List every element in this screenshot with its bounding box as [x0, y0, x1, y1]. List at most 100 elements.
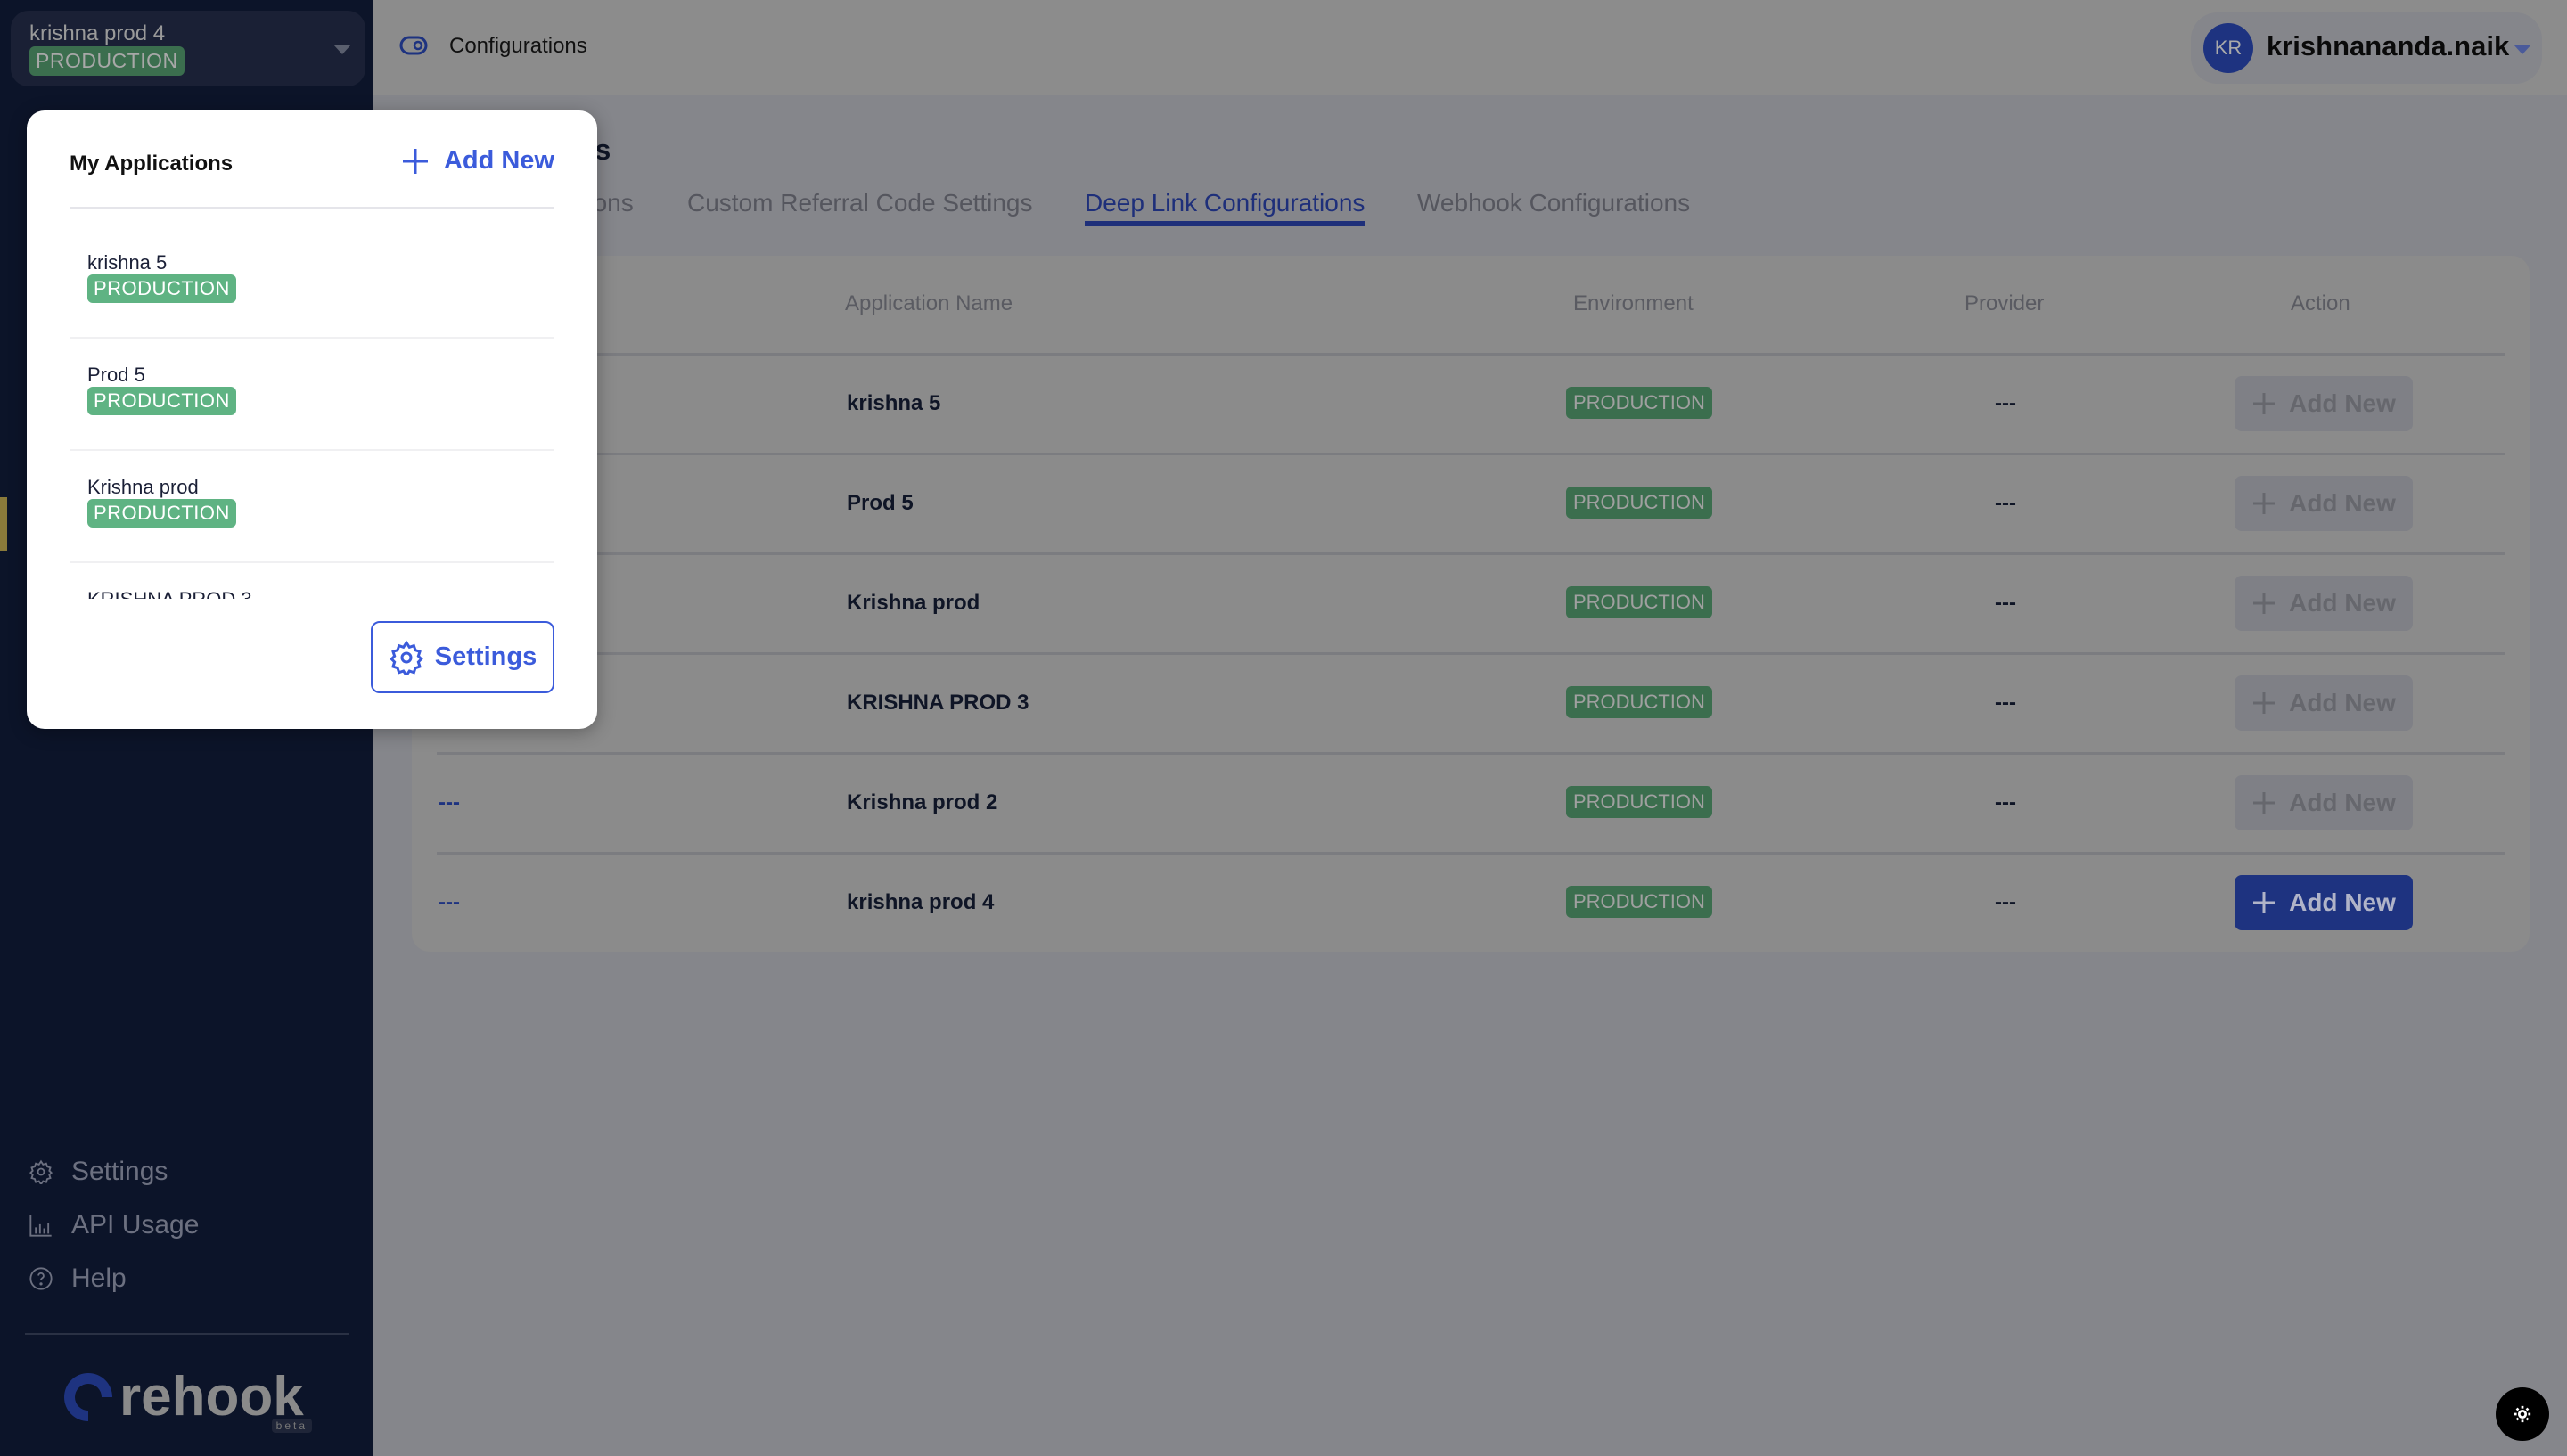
add-new-label: Add New — [2289, 888, 2396, 916]
application-list-item[interactable]: KRISHNA PROD 3 PRODUCTION — [70, 563, 554, 599]
application-list-item[interactable]: Krishna prod PRODUCTION — [70, 451, 554, 563]
chevron-down-icon — [2514, 45, 2531, 54]
row-provider: --- — [1995, 691, 2016, 715]
row-provider: --- — [1995, 391, 2016, 415]
row-divider — [437, 752, 2505, 755]
application-list-item[interactable]: krishna 5 PRODUCTION — [70, 226, 554, 339]
plus-icon — [2253, 892, 2276, 913]
add-new-label: Add New — [2289, 689, 2396, 716]
row-application-name: Krishna prod 2 — [847, 790, 998, 814]
gear-icon — [2514, 1405, 2531, 1423]
row-first-cell: --- — [439, 790, 460, 814]
app-selector[interactable]: krishna prod 4 PRODUCTION — [11, 11, 365, 86]
add-new-label: Add New — [2289, 789, 2396, 816]
add-new-label: Add New — [443, 146, 554, 175]
env-badge: PRODUCTION — [1566, 686, 1712, 718]
applications-popover: My Applications Add New krishna 5 PRODUC… — [27, 110, 597, 729]
env-badge: PRODUCTION — [29, 46, 185, 76]
row-application-name: KRISHNA PROD 3 — [847, 691, 1029, 715]
row-provider: --- — [1995, 890, 2016, 914]
add-new-deep-link-button[interactable]: Add New — [2235, 875, 2413, 930]
tab-custom-referral-code-settings[interactable]: Custom Referral Code Settings — [687, 189, 1033, 217]
plus-icon — [402, 148, 428, 174]
sidebar-item-settings[interactable]: Settings — [29, 1157, 168, 1187]
sidebar-item-api-usage[interactable]: API Usage — [29, 1210, 199, 1240]
gear-icon — [390, 640, 423, 675]
settings-label: Settings — [434, 642, 537, 671]
plus-icon — [2253, 593, 2276, 614]
avatar: KR — [2203, 23, 2253, 73]
breadcrumb: Configurations — [449, 34, 587, 58]
help-circle-icon — [29, 1267, 53, 1290]
add-new-label: Add New — [2289, 489, 2396, 517]
application-name: Prod 5 — [87, 364, 145, 386]
application-name: KRISHNA PROD 3 — [87, 588, 252, 599]
application-name: krishna 5 — [87, 251, 168, 274]
sidebar-item-label: API Usage — [71, 1210, 200, 1239]
app-selector-name: krishna prod 4 — [29, 21, 166, 45]
rehook-logo: rehook beta — [59, 1362, 317, 1433]
column-header-environment: Environment — [1573, 291, 1694, 315]
row-application-name: Prod 5 — [847, 491, 914, 515]
popover-title: My Applications — [70, 151, 234, 176]
add-new-label: Add New — [2289, 589, 2396, 617]
env-badge: PRODUCTION — [87, 387, 236, 415]
active-nav-indicator — [0, 497, 7, 551]
popover-divider — [70, 207, 554, 209]
tab-deep-link-configurations[interactable]: Deep Link Configurations — [1085, 189, 1366, 226]
add-new-deep-link-button[interactable]: Add New — [2235, 775, 2413, 830]
column-header-application-name: Application Name — [845, 291, 1013, 315]
env-badge: PRODUCTION — [87, 499, 236, 528]
chevron-down-icon — [333, 45, 351, 54]
column-header-action: Action — [2291, 291, 2350, 315]
env-badge: PRODUCTION — [87, 274, 236, 303]
row-first-cell: --- — [439, 890, 460, 914]
application-list-item[interactable]: Prod 5 PRODUCTION — [70, 339, 554, 451]
row-provider: --- — [1995, 790, 2016, 814]
logo-icon — [64, 1373, 112, 1421]
tab-webhook-configurations[interactable]: Webhook Configurations — [1417, 189, 1690, 217]
plus-icon — [2253, 692, 2276, 714]
deep-link-table — [412, 256, 2530, 952]
add-new-deep-link-button[interactable]: Add New — [2235, 376, 2413, 431]
plus-icon — [2253, 393, 2276, 414]
row-provider: --- — [1995, 491, 2016, 515]
plus-icon — [2253, 792, 2276, 814]
header-divider — [437, 353, 2505, 356]
env-badge: PRODUCTION — [1566, 487, 1712, 519]
sidebar-divider — [25, 1333, 349, 1335]
user-menu[interactable]: KR krishnananda.naik — [2191, 12, 2542, 84]
row-divider — [437, 852, 2505, 855]
row-divider — [437, 652, 2505, 655]
bar-chart-icon — [29, 1215, 52, 1237]
add-new-label: Add New — [2289, 389, 2396, 417]
user-name: krishnananda.naik — [2267, 30, 2510, 61]
column-header-provider: Provider — [1964, 291, 2045, 315]
floating-settings-button[interactable] — [2496, 1387, 2549, 1441]
application-list[interactable]: krishna 5 PRODUCTION Prod 5 PRODUCTION K… — [27, 226, 597, 599]
sidebar-item-label: Settings — [71, 1157, 168, 1186]
add-new-deep-link-button[interactable]: Add New — [2235, 675, 2413, 731]
row-provider: --- — [1995, 591, 2016, 615]
env-badge: PRODUCTION — [1566, 586, 1712, 618]
application-name: Krishna prod — [87, 476, 199, 498]
row-application-name: krishna prod 4 — [847, 890, 995, 914]
env-badge: PRODUCTION — [1566, 786, 1712, 818]
plus-icon — [2253, 493, 2276, 514]
row-divider — [437, 552, 2505, 555]
gear-icon — [29, 1159, 53, 1184]
row-divider — [437, 453, 2505, 455]
env-badge: PRODUCTION — [1566, 387, 1712, 419]
toggle-icon — [399, 36, 428, 55]
sidebar-item-label: Help — [71, 1264, 127, 1293]
beta-tag: beta — [271, 1419, 312, 1433]
settings-button[interactable]: Settings — [371, 621, 554, 693]
row-application-name: Krishna prod — [847, 591, 980, 615]
sidebar-item-help[interactable]: Help — [29, 1264, 127, 1294]
add-new-deep-link-button[interactable]: Add New — [2235, 476, 2413, 531]
logo-text: rehook — [119, 1366, 304, 1427]
row-application-name: krishna 5 — [847, 391, 941, 415]
add-new-application-button[interactable]: Add New — [401, 146, 554, 176]
env-badge: PRODUCTION — [1566, 886, 1712, 918]
add-new-deep-link-button[interactable]: Add New — [2235, 576, 2413, 631]
